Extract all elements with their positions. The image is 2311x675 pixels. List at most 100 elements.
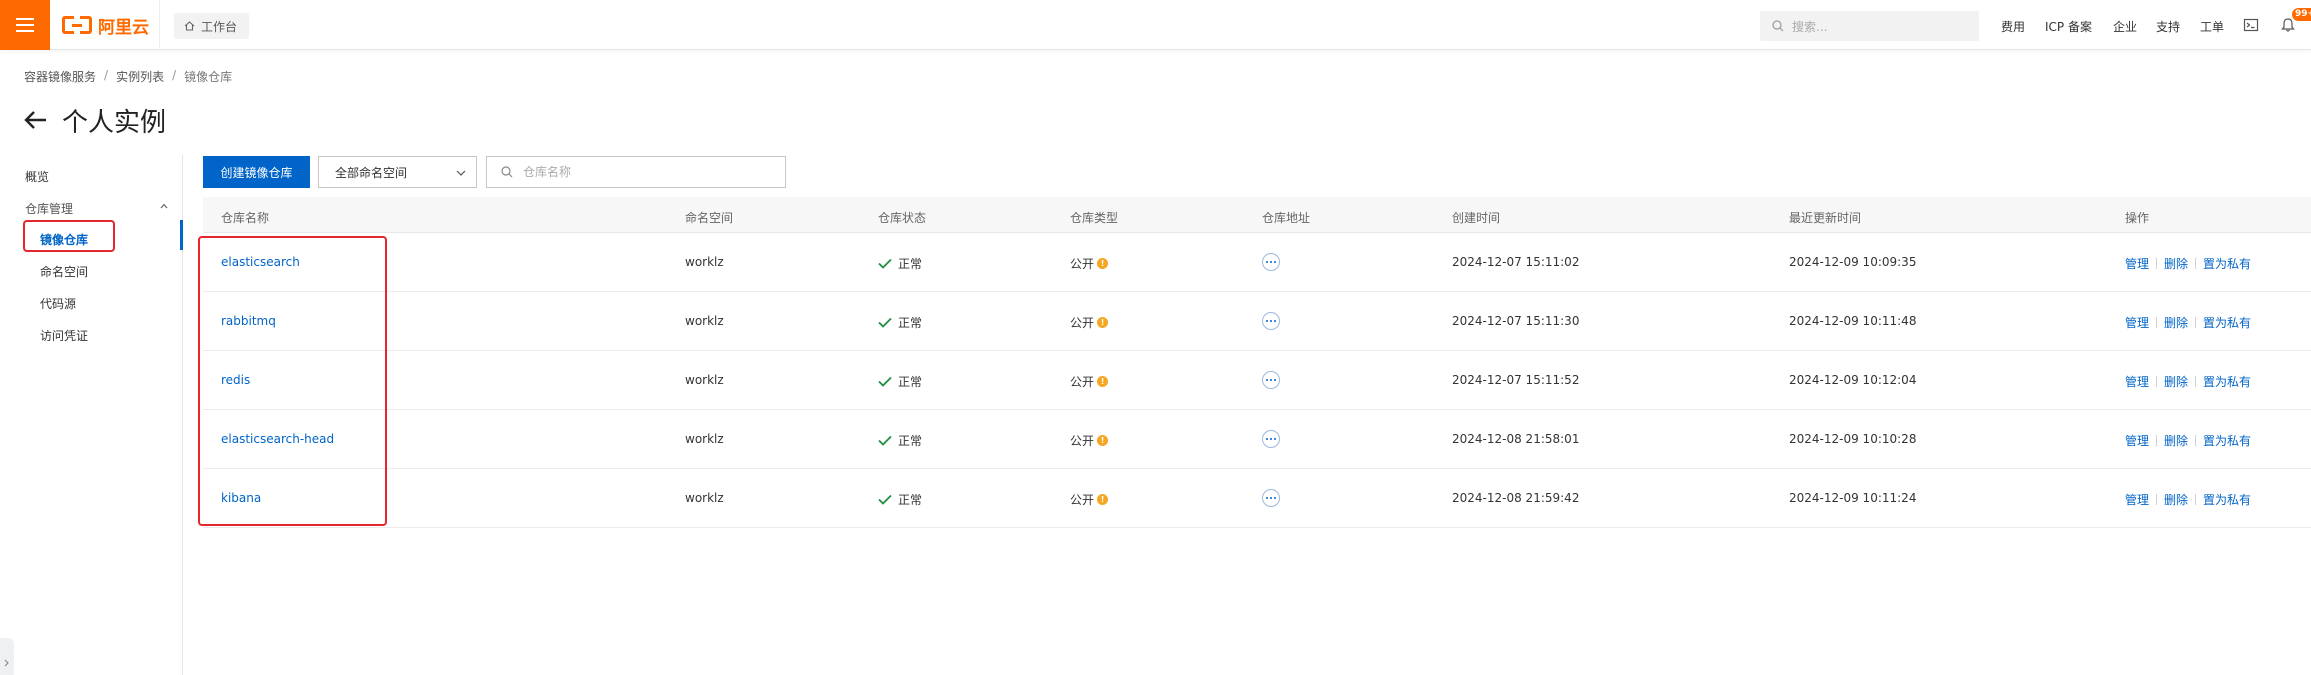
repo-updated-time: 2024-12-09 10:12:04 [1789,373,1917,387]
repo-updated-time: 2024-12-09 10:11:24 [1789,491,1917,505]
set-private-link[interactable]: 置为私有 [2203,255,2251,272]
manage-link[interactable]: 管理 [2125,432,2149,449]
sidebar-item-overview[interactable]: 概览 [25,168,49,185]
status-text: 正常 [898,257,923,271]
repo-status: 正常 [878,314,922,331]
table-row: kibana worklz 正常 公开 ! 2024-12-08 21:59:4… [203,470,2311,528]
table-row: elasticsearch-head worklz 正常 公开 ! 2024-1… [203,411,2311,469]
divider [159,0,160,50]
sidebar-item-namespace[interactable]: 命名空间 [40,263,88,280]
manage-link[interactable]: 管理 [2125,314,2149,331]
chevron-up-icon[interactable] [160,202,168,210]
col-header-status: 仓库状态 [878,211,927,225]
col-header-name: 仓库名称 [221,211,270,225]
row-actions: 管理 删除 置为私有 [2125,373,2251,390]
more-icon[interactable] [1262,312,1280,330]
delete-link[interactable]: 删除 [2164,491,2188,508]
repo-type: 公开 ! [1070,314,1109,331]
delete-link[interactable]: 删除 [2164,432,2188,449]
check-icon [878,435,892,446]
type-text: 公开 [1070,434,1095,448]
status-text: 正常 [898,493,923,507]
col-header-updated: 最近更新时间 [1789,211,1862,225]
more-icon[interactable] [1262,371,1280,389]
page-title: 个人实例 [62,107,167,138]
repo-updated-time: 2024-12-09 10:11:48 [1789,314,1917,328]
chevron-down-icon [456,170,466,176]
back-arrow-icon[interactable] [24,110,48,130]
repo-status: 正常 [878,373,922,390]
create-repo-button[interactable]: 创建镜像仓库 [203,156,310,188]
sidebar-item-code-source[interactable]: 代码源 [40,295,76,312]
breadcrumb-separator: / [104,68,109,82]
set-private-link[interactable]: 置为私有 [2203,314,2251,331]
namespace-select[interactable]: 全部命名空间 [318,156,477,188]
repo-created-time: 2024-12-07 15:11:02 [1452,255,1580,269]
nav-support[interactable]: 支持 [2156,18,2180,35]
col-header-actions: 操作 [2125,211,2150,225]
nav-billing[interactable]: 费用 [2001,18,2025,35]
more-icon[interactable] [1262,253,1280,271]
sidebar-item-access-credential[interactable]: 访问凭证 [40,327,88,344]
check-icon [878,317,892,328]
sidebar-collapse-handle[interactable] [0,638,14,675]
warning-icon[interactable]: ! [1097,317,1109,328]
warning-icon[interactable]: ! [1097,258,1109,269]
sidebar-active-indicator [180,220,183,250]
breadcrumb-item[interactable]: 容器镜像服务 [24,68,96,85]
more-icon[interactable] [1262,430,1280,448]
row-actions: 管理 删除 置为私有 [2125,491,2251,508]
status-text: 正常 [898,316,923,330]
repo-status: 正常 [878,432,922,449]
workbench-button[interactable]: 工作台 [174,13,250,39]
warning-icon[interactable]: ! [1097,435,1109,446]
global-search-input[interactable]: 搜索... [1760,11,1979,41]
delete-link[interactable]: 删除 [2164,255,2188,272]
repo-namespace: worklz [685,373,724,387]
terminal-icon[interactable] [2243,17,2259,33]
repo-created-time: 2024-12-08 21:59:42 [1452,491,1580,505]
home-icon [184,21,195,31]
logo-icon [62,15,92,35]
menu-icon[interactable] [0,0,50,50]
set-private-link[interactable]: 置为私有 [2203,373,2251,390]
repo-namespace: worklz [685,255,724,269]
repo-namespace: worklz [685,314,724,328]
warning-icon[interactable]: ! [1097,376,1109,387]
breadcrumb-current: 镜像仓库 [184,70,233,84]
manage-link[interactable]: 管理 [2125,255,2149,272]
type-text: 公开 [1070,375,1095,389]
logo-text: 阿里云 [98,17,149,38]
breadcrumb-separator: / [172,68,177,82]
manage-link[interactable]: 管理 [2125,373,2149,390]
breadcrumb-item[interactable]: 实例列表 [116,68,164,85]
set-private-link[interactable]: 置为私有 [2203,432,2251,449]
set-private-link[interactable]: 置为私有 [2203,491,2251,508]
delete-link[interactable]: 删除 [2164,314,2188,331]
nav-icp[interactable]: ICP 备案 [2045,18,2092,35]
manage-link[interactable]: 管理 [2125,491,2149,508]
row-actions: 管理 删除 置为私有 [2125,432,2251,449]
repo-search-field[interactable] [486,156,786,188]
type-text: 公开 [1070,316,1095,330]
type-text: 公开 [1070,493,1095,507]
nav-enterprise[interactable]: 企业 [2113,18,2137,35]
warning-icon[interactable]: ! [1097,494,1109,505]
repo-type: 公开 ! [1070,432,1109,449]
row-actions: 管理 删除 置为私有 [2125,314,2251,331]
repo-type: 公开 ! [1070,373,1109,390]
check-icon [878,258,892,269]
repo-updated-time: 2024-12-09 10:10:28 [1789,432,1917,446]
aliyun-logo[interactable]: 阿里云 [62,14,149,38]
nav-ticket[interactable]: 工单 [2200,18,2224,35]
sidebar-group-repo-management[interactable]: 仓库管理 [25,200,73,217]
type-text: 公开 [1070,257,1095,271]
check-icon [878,376,892,387]
col-header-address: 仓库地址 [1262,211,1311,225]
more-icon[interactable] [1262,489,1280,507]
delete-link[interactable]: 删除 [2164,373,2188,390]
repo-search-input[interactable] [523,165,763,179]
global-search-placeholder: 搜索... [1792,19,1828,34]
highlight-box-sidebar [23,220,115,252]
workbench-label: 工作台 [201,19,238,34]
